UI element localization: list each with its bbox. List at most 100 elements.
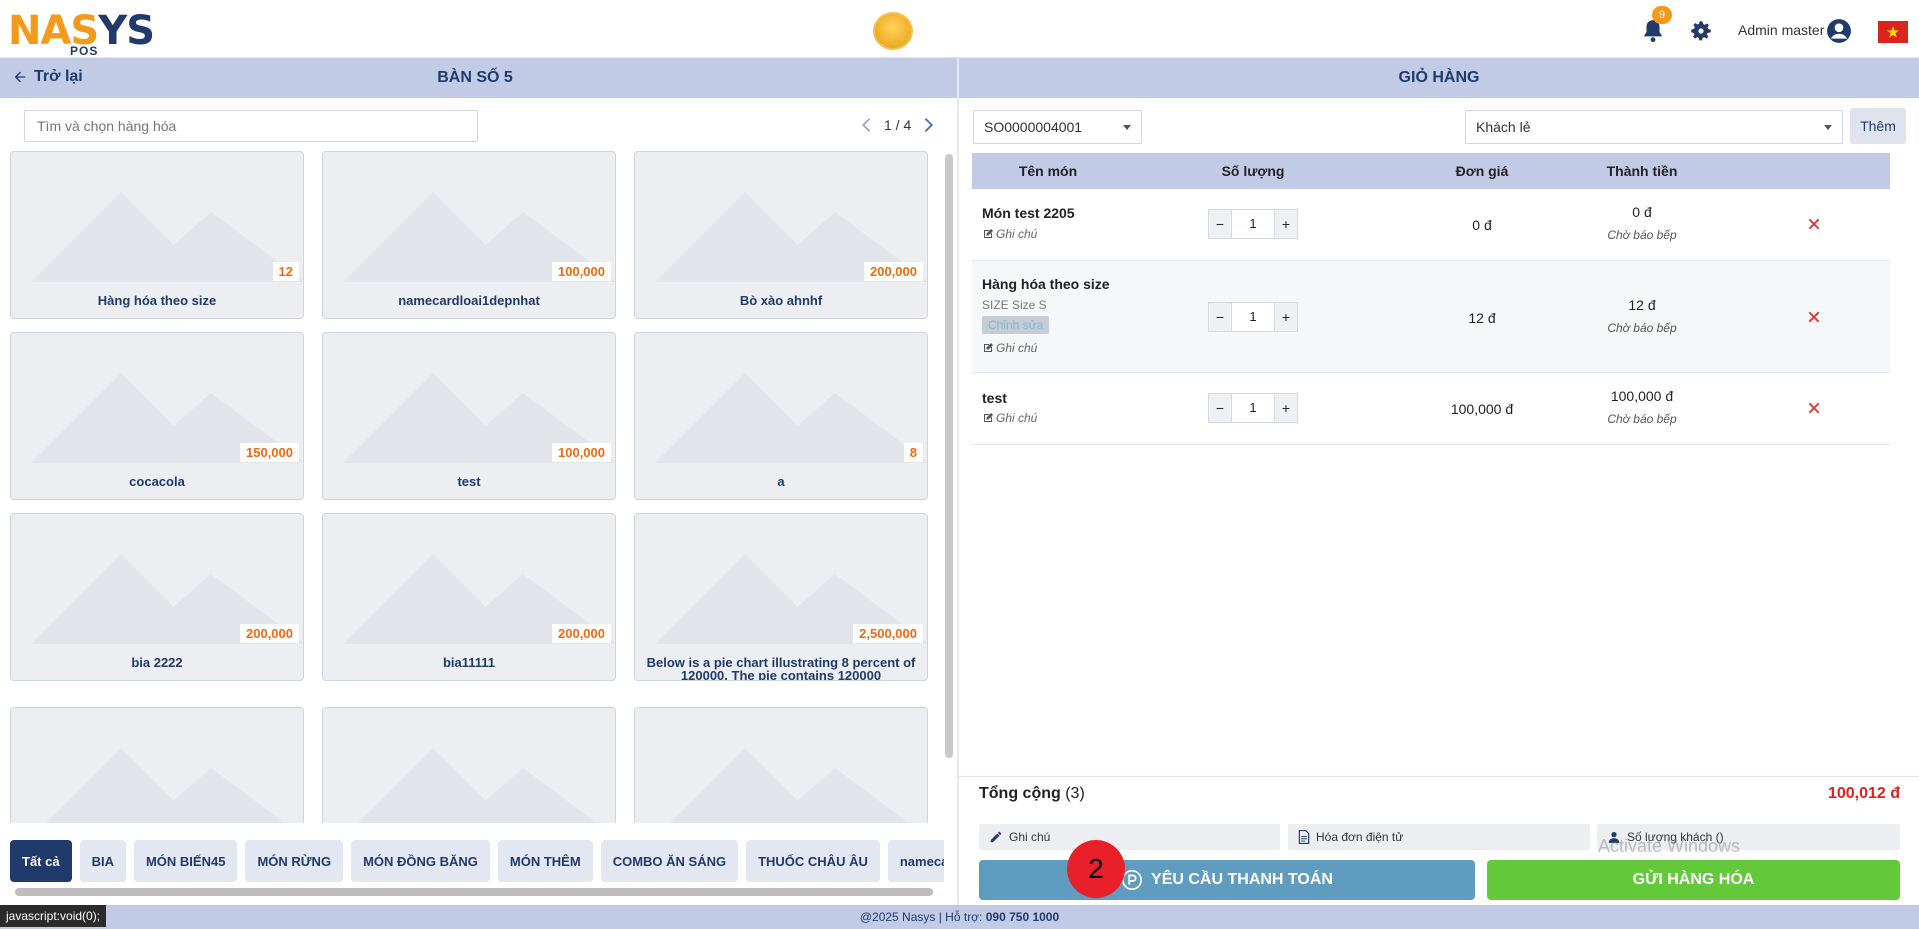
- product-grid: 12 Hàng hóa theo size 100,000 namecardloai1…: [10, 151, 930, 823]
- category-tab[interactable]: namecardloai1: [887, 840, 944, 882]
- product-price: 8: [903, 443, 923, 462]
- total-label-text: Tổng cộng: [979, 785, 1061, 802]
- table-header-bar: Trở lại BÀN SỐ 5: [0, 58, 957, 98]
- image-placeholder-icon: [358, 748, 597, 823]
- product-card[interactable]: [634, 707, 928, 823]
- product-name: bia11111: [442, 655, 496, 670]
- decrease-button[interactable]: −: [1209, 210, 1231, 238]
- quantity-value[interactable]: 1: [1231, 303, 1275, 331]
- category-tab[interactable]: Tất cả: [10, 840, 72, 882]
- notification-badge: 9: [1652, 6, 1672, 24]
- product-card[interactable]: 200,000 Bò xào ahnhf: [634, 151, 928, 319]
- restaurant-badge-icon: [873, 12, 913, 50]
- request-payment-button[interactable]: YÊU CẦU THANH TOÁN: [979, 860, 1475, 900]
- note-link[interactable]: Ghi chú: [982, 341, 1037, 355]
- footer-bar: @2025 Nasys | Hỗ trợ: 090 750 1000: [0, 905, 1919, 929]
- delete-icon[interactable]: [1806, 400, 1822, 416]
- product-search-input[interactable]: [24, 110, 478, 142]
- product-scrollbar[interactable]: [945, 154, 953, 758]
- image-placeholder-icon: [46, 748, 285, 823]
- e-invoice-label: Hóa đơn điện tử: [1316, 830, 1404, 844]
- kitchen-status: Chờ báo bếp: [1607, 321, 1677, 335]
- cart-row: test Ghi chú − 1 + 100,000 đ 100,000 đ C…: [972, 373, 1890, 445]
- cart-row: Món test 2205 Ghi chú − 1 + 0 đ 0 đ Chờ …: [972, 189, 1890, 261]
- product-name: cocacola: [129, 474, 185, 489]
- image-placeholder-icon: [31, 192, 303, 282]
- product-card[interactable]: 12 Hàng hóa theo size: [10, 151, 304, 319]
- unit-price: 12 đ: [1468, 310, 1496, 326]
- product-card[interactable]: [10, 707, 304, 823]
- increase-button[interactable]: +: [1275, 394, 1297, 422]
- copyright-text: @2025 Nasys | Hỗ trợ: 090 750 1000: [0, 910, 1919, 924]
- order-note-button[interactable]: Ghi chú: [979, 824, 1280, 850]
- product-card[interactable]: 2,500,000 Below is a pie chart illustrati…: [634, 513, 928, 681]
- note-link[interactable]: Ghi chú: [982, 227, 1037, 241]
- unit-price: 0 đ: [1472, 217, 1492, 233]
- product-card[interactable]: 100,000 test: [322, 332, 616, 500]
- user-avatar-icon[interactable]: [1826, 18, 1852, 44]
- order-select[interactable]: SO0000004001: [973, 110, 1142, 144]
- product-price: 12: [272, 262, 299, 281]
- e-invoice-button[interactable]: Hóa đơn điện tử: [1288, 824, 1590, 850]
- decrease-button[interactable]: −: [1209, 394, 1231, 422]
- product-card[interactable]: 200,000 bia11111: [322, 513, 616, 681]
- logo-text-accent: YS: [98, 8, 155, 54]
- image-placeholder-icon: [670, 748, 909, 823]
- product-price: 150,000: [240, 443, 299, 462]
- kitchen-status: Chờ báo bếp: [1607, 228, 1677, 242]
- table-title: BÀN SỐ 5: [437, 69, 513, 86]
- increase-button[interactable]: +: [1275, 210, 1297, 238]
- step-marker: 2: [1067, 840, 1125, 898]
- product-card[interactable]: 150,000 cocacola: [10, 332, 304, 500]
- product-name: Bò xào ahnhf: [739, 293, 823, 308]
- category-tab[interactable]: BIA: [79, 840, 126, 882]
- quantity-value[interactable]: 1: [1231, 210, 1275, 238]
- category-tab[interactable]: MÓN THÊM: [497, 840, 593, 882]
- admin-name[interactable]: Admin master: [1738, 22, 1824, 38]
- category-scrollbar[interactable]: [15, 888, 933, 896]
- increase-button[interactable]: +: [1275, 303, 1297, 331]
- order-code: SO0000004001: [984, 119, 1083, 135]
- total-label: Tổng cộng (3): [979, 785, 1085, 803]
- gear-icon[interactable]: [1688, 18, 1714, 44]
- send-items-button[interactable]: GỬI HÀNG HÓA: [1487, 860, 1900, 900]
- product-name: a: [777, 474, 785, 489]
- delete-icon[interactable]: [1806, 309, 1822, 325]
- item-name: Hàng hóa theo size: [982, 276, 1110, 292]
- col-total: Thành tiền: [1606, 163, 1678, 179]
- quantity-stepper: − 1 +: [1208, 209, 1298, 239]
- chevron-left-icon[interactable]: [858, 113, 876, 137]
- category-tab[interactable]: MÓN ĐỒNG BĂNG: [351, 840, 490, 882]
- add-customer-button[interactable]: Thêm: [1850, 108, 1906, 144]
- category-tab[interactable]: THUỐC CHÂU ÂU: [746, 840, 880, 882]
- nasys-logo[interactable]: NASYS POS: [8, 8, 158, 58]
- cart-title: GIỎ HÀNG: [1398, 69, 1480, 86]
- product-card[interactable]: 100,000 namecardloai1depnhat: [322, 151, 616, 319]
- request-payment-label: YÊU CẦU THANH TOÁN: [1151, 871, 1333, 888]
- customer-select[interactable]: Khách lẻ: [1465, 110, 1843, 144]
- total-value: 100,012 đ: [1827, 785, 1900, 802]
- quantity-value[interactable]: 1: [1231, 394, 1275, 422]
- category-tab[interactable]: MÓN BIẾN45: [133, 840, 238, 882]
- col-unit-price: Đơn giá: [1455, 163, 1509, 179]
- customer-name: Khách lẻ: [1476, 119, 1531, 135]
- support-phone[interactable]: 090 750 1000: [986, 910, 1059, 924]
- product-card[interactable]: 8a: [634, 332, 928, 500]
- decrease-button[interactable]: −: [1209, 303, 1231, 331]
- note-link[interactable]: Ghi chú: [982, 411, 1037, 425]
- col-name: Tên món: [1018, 163, 1078, 179]
- copyright-label: @2025 Nasys | Hỗ trợ:: [859, 910, 986, 924]
- unit-price: 100,000 đ: [1450, 401, 1514, 417]
- note-label: Ghi chú: [996, 227, 1038, 241]
- vietnam-flag-icon[interactable]: [1878, 21, 1908, 43]
- browser-status-url: javascript:void(0);: [0, 905, 107, 927]
- item-size: SIZE Size S: [982, 298, 1047, 312]
- delete-icon[interactable]: [1806, 216, 1822, 232]
- category-tab[interactable]: MÓN RỪNG: [245, 840, 344, 882]
- chevron-right-icon[interactable]: [919, 113, 937, 137]
- product-card[interactable]: 200,000 bia 2222: [10, 513, 304, 681]
- category-tab[interactable]: COMBO ĂN SÁNG: [600, 840, 739, 882]
- product-price: 2,500,000: [853, 624, 923, 643]
- product-card[interactable]: [322, 707, 616, 823]
- edit-item-button[interactable]: Chỉnh sửa: [982, 316, 1050, 334]
